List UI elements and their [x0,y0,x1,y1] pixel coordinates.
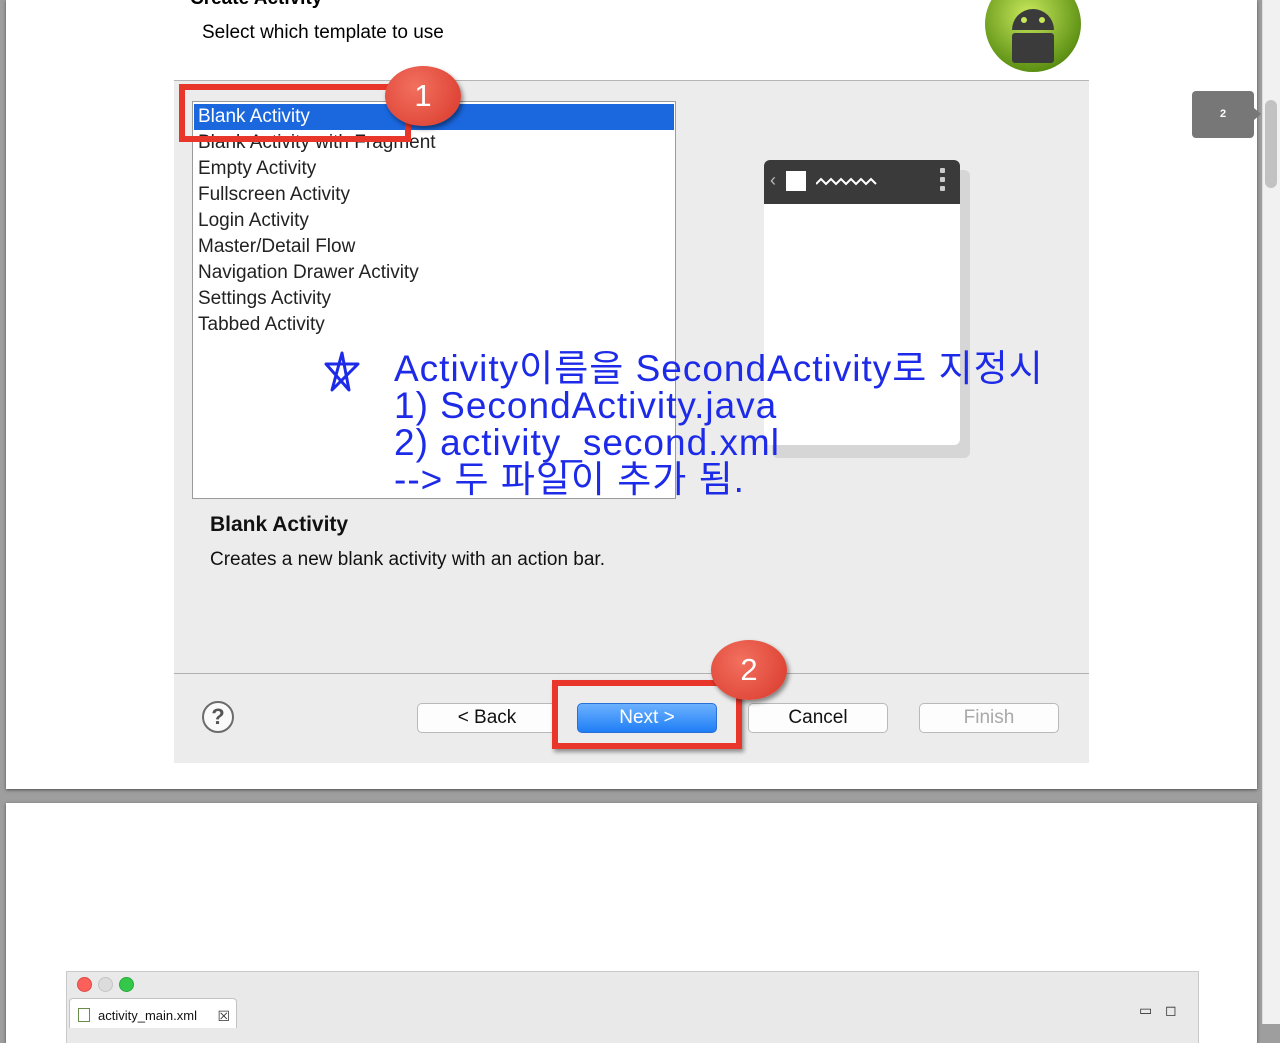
step-badge-2: 2 [711,640,787,700]
tab-close-icon[interactable]: ☒ [217,999,230,1033]
note-line-3: 2) activity_second.xml [394,422,780,463]
document-page-1: Create Activity Select which template to… [6,0,1257,789]
cancel-button[interactable]: Cancel [748,703,888,733]
handwritten-note: Activity이름을 SecondActivity로 지정시 1) Secon… [394,350,1044,498]
highlight-box-1 [179,84,411,142]
eclipse-window: activity_main.xml ☒ ▭ ◻ [66,971,1199,1043]
footer-divider [174,673,1089,674]
close-window-icon[interactable] [77,977,92,992]
back-button[interactable]: < Back [417,703,557,733]
template-item-master-detail-flow[interactable]: Master/Detail Flow [194,234,674,260]
dialog-subtitle: Select which template to use [202,22,444,43]
document-page-2: activity_main.xml ☒ ▭ ◻ [6,803,1257,1043]
minimize-window-icon[interactable] [98,977,113,992]
zoom-window-icon[interactable] [119,977,134,992]
xml-file-icon [78,1008,90,1022]
highlight-box-2 [552,680,742,749]
finish-button: Finish [919,703,1059,733]
template-item-login-activity[interactable]: Login Activity [194,208,674,234]
scrollbar-thumb[interactable] [1265,100,1277,188]
dialog-title: Create Activity [190,0,322,10]
editor-tab-label: activity_main.xml [98,1008,197,1023]
maximize-view-icon[interactable]: ◻ [1165,1002,1177,1019]
preview-action-bar: ‹ [764,160,960,204]
template-item-empty-activity[interactable]: Empty Activity [194,156,674,182]
page-number-indicator: 2 [1192,91,1254,138]
overflow-menu-icon [940,168,946,195]
note-line-4: --> 두 파일이 추가 됨. [394,459,745,500]
template-item-fullscreen-activity[interactable]: Fullscreen Activity [194,182,674,208]
template-item-tabbed-activity[interactable]: Tabbed Activity [194,312,674,338]
note-line-1: Activity이름을 SecondActivity로 지정시 [394,348,1044,389]
template-description-title: Blank Activity [210,513,349,536]
template-item-settings-activity[interactable]: Settings Activity [194,286,674,312]
note-line-2: 1) SecondActivity.java [394,385,778,426]
help-button[interactable]: ? [202,701,234,733]
app-icon [786,171,806,191]
back-chevron-icon: ‹ [770,170,776,190]
handdrawn-star-icon [324,351,360,392]
template-description-text: Creates a new blank activity with an act… [210,549,605,570]
step-badge-1: 1 [385,66,461,126]
title-squiggle-icon [816,177,877,186]
minimize-view-icon[interactable]: ▭ [1139,1002,1152,1019]
page-indicator-arrow-icon [1254,108,1261,120]
android-logo-icon [985,0,1081,72]
template-item-navigation-drawer-activity[interactable]: Navigation Drawer Activity [194,260,674,286]
